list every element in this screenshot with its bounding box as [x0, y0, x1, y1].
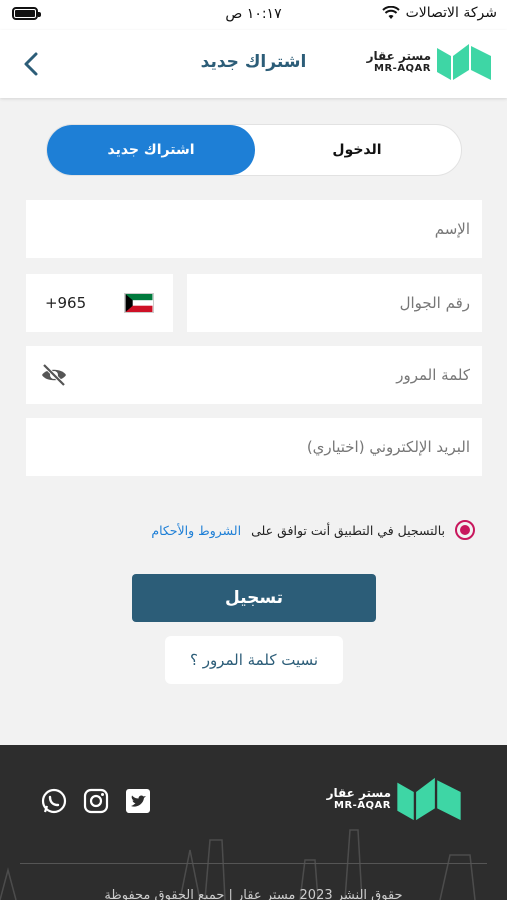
status-right: شركة الاتصالات [381, 5, 497, 21]
footer: مستر عقار MR-AQAR حقوق النشر 2023 مستر ع… [0, 745, 507, 900]
copyright-text: حقوق النشر 2023 مستر عقار | جميع الحقوق … [104, 888, 403, 900]
password-field-container [26, 346, 482, 404]
country-code-selector[interactable]: +965 [26, 274, 173, 332]
logo-mark-icon [437, 44, 491, 80]
password-input[interactable] [26, 346, 482, 404]
terms-link[interactable]: الشروط والأحكام [151, 523, 241, 538]
register-button[interactable]: تسجيل [132, 574, 376, 622]
footer-divider [20, 863, 487, 864]
social-links [40, 787, 152, 815]
name-input[interactable] [26, 200, 482, 258]
name-field-container [26, 200, 482, 258]
tab-signup[interactable]: اشتراك جديد [47, 125, 255, 175]
email-field-container [26, 418, 482, 476]
footer-logo-english: MR-AQAR [334, 800, 391, 812]
terms-text: بالتسجيل في التطبيق أنت توافق على [251, 522, 445, 538]
status-bar: ١٠:١٧ ص شركة الاتصالات [0, 0, 507, 30]
forgot-password-button[interactable]: نسيت كلمة المرور ؟ [165, 636, 343, 684]
terms-agreement: بالتسجيل في التطبيق أنت توافق على الشروط… [151, 520, 475, 540]
email-input[interactable] [26, 418, 482, 476]
wifi-icon [381, 6, 400, 19]
phone-input[interactable] [187, 274, 482, 332]
instagram-icon[interactable] [82, 787, 110, 815]
terms-radio[interactable] [455, 520, 475, 540]
brand-logo: مستر عقار MR-AQAR [367, 42, 493, 82]
whatsapp-icon[interactable] [40, 787, 68, 815]
country-code: +965 [44, 294, 87, 312]
kuwait-flag-icon [124, 293, 155, 313]
logo-english-text: MR-AQAR [374, 63, 431, 75]
footer-logo-mark-icon [397, 777, 461, 821]
phone-field-container [187, 274, 482, 332]
footer-logo-arabic: مستر عقار [326, 785, 391, 800]
carrier-label: شركة الاتصالات [405, 5, 497, 21]
footer-logo: مستر عقار MR-AQAR [327, 775, 463, 823]
logo-arabic-text: مستر عقار [366, 48, 431, 63]
twitter-icon[interactable] [124, 787, 152, 815]
tab-login[interactable]: الدخول [253, 125, 461, 175]
app-header: اشتراك جديد مستر عقار MR-AQAR [0, 30, 507, 98]
eye-off-icon[interactable] [40, 362, 68, 388]
auth-tabs: اشتراك جديد الدخول [46, 124, 462, 176]
